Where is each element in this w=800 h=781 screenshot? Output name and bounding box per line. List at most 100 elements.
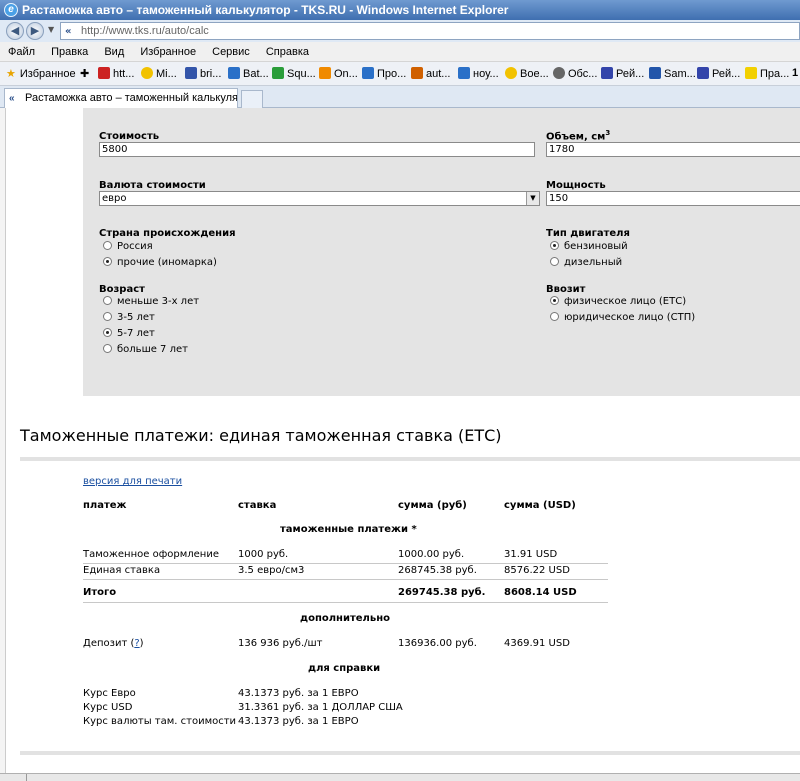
ref-label: Курс USD: [83, 702, 133, 713]
favorite-link[interactable]: Про...: [362, 67, 406, 80]
favorite-link[interactable]: On...: [319, 67, 358, 80]
favorite-link[interactable]: htt...: [98, 67, 134, 80]
chevron-down-icon[interactable]: ▼: [526, 192, 539, 205]
section-reference-heading: для справки: [308, 663, 381, 674]
deposit-rate: 136 936 руб./шт: [238, 638, 323, 649]
new-tab-button[interactable]: [241, 90, 263, 108]
print-version-link[interactable]: версия для печати: [83, 476, 182, 487]
menu-view[interactable]: Вид: [104, 46, 124, 58]
currency-select-value: евро: [102, 193, 127, 204]
favorite-link[interactable]: bri...: [185, 67, 221, 80]
cost-input[interactable]: 5800: [99, 142, 535, 157]
age-radio-under3[interactable]: меньше 3-х лет: [103, 296, 199, 307]
column-header-usd: сумма (USD): [504, 500, 576, 511]
favorite-link[interactable]: Squ...: [272, 67, 316, 80]
row-usd: 31.91 USD: [504, 549, 558, 560]
engine-radio-petrol[interactable]: бензиновый: [550, 241, 628, 252]
tab-active[interactable]: « Растаможка авто – таможенный калькулят…: [4, 88, 238, 108]
favorites-bar: ★ Избранное ✚ htt... Mi... bri... Bat... …: [0, 62, 800, 86]
site-favicon-icon: «: [65, 26, 72, 37]
forward-button[interactable]: ▶: [26, 22, 44, 40]
ref-value: 31.3361 руб. за 1 ДОЛЛАР США: [238, 702, 403, 713]
menu-tools[interactable]: Сервис: [212, 46, 250, 58]
site-favicon-icon: «: [9, 93, 15, 104]
favorite-link[interactable]: Sam...: [649, 67, 696, 80]
drive-icon: [272, 67, 284, 79]
age-label: Возраст: [99, 284, 145, 295]
gear-icon: [553, 67, 565, 79]
age-radio-over7[interactable]: больше 7 лет: [103, 344, 188, 355]
row-usd: 8576.22 USD: [504, 565, 570, 576]
row-payment: Таможенное оформление: [83, 549, 219, 560]
ref-label: Курс Евро: [83, 688, 136, 699]
favorites-overflow[interactable]: 1: [792, 67, 798, 79]
deposit-usd: 4369.91 USD: [504, 638, 570, 649]
tab-label: Растаможка авто – таможенный калькулятор…: [25, 92, 238, 104]
power-input[interactable]: 150: [546, 191, 800, 206]
favorite-link[interactable]: Bat...: [228, 67, 269, 80]
page-icon: [649, 67, 661, 79]
favorite-link[interactable]: Рей...: [697, 67, 740, 80]
nix-icon: [601, 67, 613, 79]
menu-help[interactable]: Справка: [266, 46, 309, 58]
window-title: Растаможка авто – таможенный калькулятор…: [22, 3, 509, 17]
calculator-form: Стоимость 5800 Валюта стоимости евро ▼ С…: [83, 108, 800, 396]
favorite-link[interactable]: aut...: [411, 67, 450, 80]
favorite-link[interactable]: Обс...: [553, 67, 597, 80]
currency-select[interactable]: евро ▼: [99, 191, 540, 206]
importer-label: Ввозит: [546, 284, 586, 295]
favorite-link[interactable]: Mi...: [141, 67, 177, 80]
origin-radio-russia[interactable]: Россия: [103, 241, 153, 252]
favorite-link[interactable]: Вое...: [505, 67, 549, 80]
total-usd: 8608.14 USD: [504, 587, 577, 598]
add-favorite-icon[interactable]: ✚: [80, 67, 89, 80]
favorite-link[interactable]: ноу...: [458, 67, 499, 80]
volume-input[interactable]: 1780: [546, 142, 800, 157]
section-customs-heading: таможенные платежи *: [280, 524, 417, 535]
page-viewport: Стоимость 5800 Валюта стоимости евро ▼ С…: [0, 108, 800, 773]
radio-icon: [103, 241, 112, 250]
page-icon: [319, 67, 331, 79]
row-divider: [83, 563, 608, 564]
radio-icon: [103, 312, 112, 321]
favorite-link[interactable]: Пра...: [745, 67, 789, 80]
window-title-bar: e Растаможка авто – таможенный калькулят…: [0, 0, 800, 20]
ie-page-icon: [362, 67, 374, 79]
engine-radio-diesel[interactable]: дизельный: [550, 257, 622, 268]
address-bar[interactable]: « http://www.tks.ru/auto/calc: [60, 22, 800, 40]
menu-favorites[interactable]: Избранное: [140, 46, 196, 58]
favorite-link[interactable]: Рей...: [601, 67, 644, 80]
ref-value: 43.1373 руб. за 1 ЕВРО: [238, 688, 359, 699]
row-rate: 3.5 евро/см3: [238, 565, 305, 576]
radio-icon: [550, 312, 559, 321]
ref-value: 43.1373 руб. за 1 ЕВРО: [238, 716, 359, 727]
row-rub: 268745.38 руб.: [398, 565, 477, 576]
volume-label: Объем, см3: [546, 129, 611, 143]
radio-checked-icon: [103, 328, 112, 337]
ie-page-icon: [228, 67, 240, 79]
total-label: Итого: [83, 587, 117, 598]
importer-radio-legal[interactable]: юридическое лицо (СТП): [550, 312, 695, 323]
age-radio-3-5[interactable]: 3-5 лет: [103, 312, 155, 323]
back-button[interactable]: ◀: [6, 22, 24, 40]
origin-radio-other[interactable]: прочие (иномарка): [103, 257, 217, 268]
engine-label: Тип двигателя: [546, 228, 630, 239]
tab-bar: « Растаможка авто – таможенный калькулят…: [0, 86, 800, 108]
radio-checked-icon: [550, 296, 559, 305]
row-divider: [83, 602, 608, 603]
importer-radio-individual[interactable]: физическое лицо (ЕТС): [550, 296, 686, 307]
history-dropdown-icon[interactable]: ▼: [48, 25, 54, 34]
radio-icon: [550, 257, 559, 266]
section-extra-heading: дополнительно: [300, 613, 390, 624]
footer-divider: [20, 751, 800, 755]
status-divider: [26, 774, 27, 781]
menu-edit[interactable]: Правка: [51, 46, 88, 58]
favorites-button[interactable]: ★ Избранное: [6, 67, 76, 80]
address-url[interactable]: http://www.tks.ru/auto/calc: [81, 25, 209, 37]
radio-icon: [103, 344, 112, 353]
menu-file[interactable]: Файл: [8, 46, 35, 58]
age-radio-5-7[interactable]: 5-7 лет: [103, 328, 155, 339]
menu-bar: Файл Правка Вид Избранное Сервис Справка: [0, 42, 800, 62]
row-payment: Единая ставка: [83, 565, 161, 576]
row-rub: 1000.00 руб.: [398, 549, 465, 560]
